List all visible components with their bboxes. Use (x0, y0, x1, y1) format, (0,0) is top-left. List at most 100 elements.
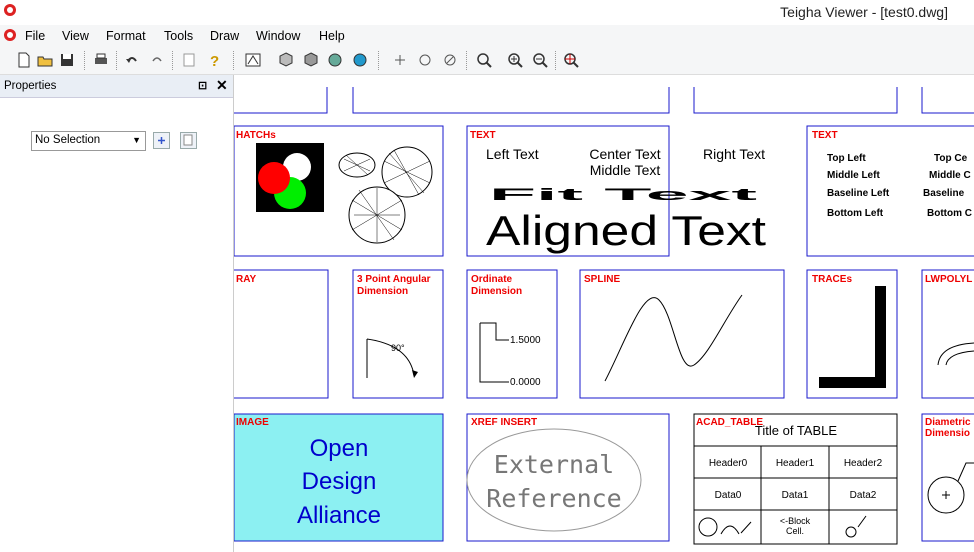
lwpoly-frame (921, 269, 974, 399)
toolbar-separator (233, 51, 235, 70)
angular-value: 90° (391, 343, 405, 353)
cube-icon[interactable] (277, 51, 295, 69)
ray-frame (234, 269, 329, 399)
lwpoly-label: LWPOLYL (925, 274, 972, 285)
bottom-left-text: Bottom Left (827, 208, 884, 219)
fit-text: Fit Text (489, 185, 759, 204)
image-line-3: Alliance (297, 502, 381, 529)
title-bar: Teigha Viewer - [test0.dwg] (0, 0, 974, 24)
xref-line-2: Reference (486, 484, 621, 513)
window-title: Teigha Viewer - [test0.dwg] (780, 4, 948, 20)
pin-icon[interactable]: ⊡ (198, 79, 207, 92)
right-text: Right Text (703, 146, 765, 162)
drawing-svg: HATCHs TEXT Left Text Center Text Right … (234, 87, 974, 545)
undo-icon[interactable] (123, 51, 141, 69)
text-label: TEXT (470, 130, 496, 141)
traces-label: TRACEs (812, 274, 852, 285)
table-data-0: Data0 (715, 490, 742, 501)
close-icon[interactable]: ✕ (216, 77, 228, 94)
paste-icon[interactable] (180, 51, 198, 69)
new-icon[interactable] (15, 51, 33, 69)
table-title: Title of TABLE (755, 423, 837, 438)
angular-label-1: 3 Point Angular (357, 274, 431, 285)
toolbar: ? (0, 47, 974, 75)
menu-draw[interactable]: Draw (210, 29, 239, 43)
left-text: Left Text (486, 146, 539, 162)
render-icon[interactable] (351, 51, 369, 69)
image-line-2: Design (302, 468, 377, 495)
diam-label-1: Diametric (925, 417, 971, 428)
image-label: IMAGE (236, 417, 269, 428)
save-icon[interactable] (58, 51, 76, 69)
hatch-label: HATCHs (236, 130, 276, 141)
zoom-out-icon[interactable] (531, 51, 549, 69)
select-icon (183, 134, 193, 146)
middle-text: Middle Text (590, 162, 661, 178)
print-icon[interactable] (92, 51, 110, 69)
middle-center-text: Middle C (929, 170, 971, 181)
top-center-text: Top Ce (934, 153, 968, 164)
menu-help[interactable]: Help (319, 29, 345, 43)
trace-shape (819, 286, 886, 388)
properties-header: Properties ⊡ ✕ (0, 75, 233, 98)
baseline-center-text: Baseline (923, 188, 965, 199)
menu-format[interactable]: Format (106, 29, 146, 43)
orbit2-icon[interactable] (441, 51, 459, 69)
ordinate-label-2: Dimension (471, 286, 522, 297)
xref-line-1: External (494, 450, 614, 479)
pan-icon[interactable] (391, 51, 409, 69)
chevron-down-icon: ▼ (132, 135, 141, 145)
orbit-icon[interactable] (416, 51, 434, 69)
center-text: Center Text (589, 146, 660, 162)
ordinate-label-1: Ordinate (471, 274, 513, 285)
drawing-canvas[interactable]: HATCHs TEXT Left Text Center Text Right … (234, 75, 974, 552)
ray-label: RAY (236, 274, 257, 285)
help-icon[interactable]: ? (205, 51, 223, 69)
app-icon (4, 4, 16, 16)
zoom-extents-icon[interactable] (562, 51, 580, 69)
menu-bar: File View Format Tools Draw Window Help (0, 25, 974, 47)
table-data-2: Data2 (850, 490, 877, 501)
quick-select-button[interactable] (153, 132, 170, 149)
spline-frame (579, 269, 785, 399)
menu-window[interactable]: Window (256, 29, 300, 43)
view-icon[interactable] (244, 51, 262, 69)
toolbar-separator (555, 51, 557, 70)
menu-view[interactable]: View (62, 29, 89, 43)
toolbar-separator (466, 51, 468, 70)
table-header-2: Header2 (844, 458, 883, 469)
spline-curve (604, 294, 743, 382)
diam-leader (942, 462, 974, 499)
angular-arrow (412, 370, 418, 378)
menu-file[interactable]: File (25, 29, 45, 43)
lwpoly-shape (937, 342, 974, 366)
selection-dropdown[interactable]: No Selection ▼ (31, 131, 146, 151)
properties-panel: Properties ⊡ ✕ No Selection ▼ (0, 75, 234, 552)
plus-icon (158, 137, 165, 144)
cube2-icon[interactable] (302, 51, 320, 69)
text2-label: TEXT (812, 130, 838, 141)
ordinate-value-2: 0.0000 (510, 377, 541, 388)
table-header-1: Header1 (776, 458, 815, 469)
table-block-line-2: Cell. (786, 526, 804, 536)
hatch-red-circle (258, 162, 290, 194)
zoom-in-icon[interactable] (506, 51, 524, 69)
redo-icon[interactable] (148, 51, 166, 69)
toolbar-separator (116, 51, 118, 70)
sphere-icon[interactable] (326, 51, 344, 69)
xref-ellipse (466, 428, 642, 532)
open-icon[interactable] (36, 51, 54, 69)
menu-tools[interactable]: Tools (164, 29, 193, 43)
baseline-left-text: Baseline Left (827, 188, 890, 199)
zoom-window-icon[interactable] (475, 51, 493, 69)
xref-label: XREF INSERT (471, 417, 537, 428)
selection-value: No Selection (35, 134, 101, 146)
properties-title: Properties (4, 80, 57, 92)
aligned-text: Aligned Text (486, 207, 766, 254)
table-header-0: Header0 (709, 458, 748, 469)
bottom-center-text: Bottom C (927, 208, 972, 219)
doc-icon[interactable] (3, 28, 17, 42)
table-data-1: Data1 (782, 490, 809, 501)
select-objects-button[interactable] (180, 132, 197, 149)
image-line-1: Open (310, 435, 369, 462)
